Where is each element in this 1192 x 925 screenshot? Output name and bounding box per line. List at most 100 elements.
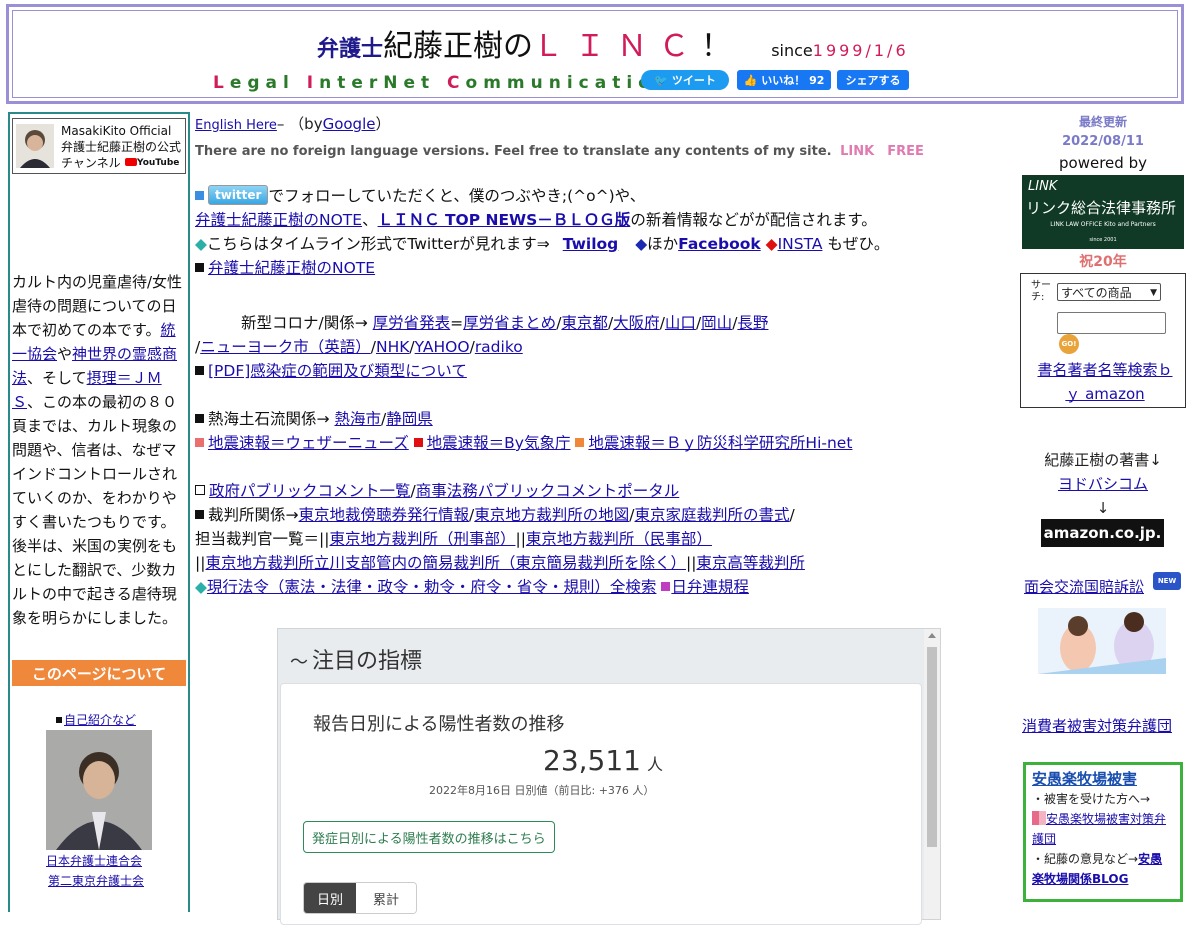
corona-link-radiko[interactable]: radiko bbox=[475, 338, 523, 356]
ajimu-line-1: ・被害を受けた方へ→ bbox=[1032, 792, 1151, 806]
tweet-button[interactable]: 🐦 ツイート bbox=[641, 70, 729, 90]
note-link[interactable]: 弁護士紀藤正樹のNOTE bbox=[195, 211, 362, 229]
nichibenren-rules-link[interactable]: 日弁連規程 bbox=[671, 578, 749, 596]
corona-link-yamaguchi[interactable]: 山口 bbox=[665, 314, 696, 332]
teal-diamond-icon: ◆ bbox=[195, 235, 207, 253]
corona-link-yahoo[interactable]: YAHOO bbox=[415, 338, 470, 356]
tab-daily[interactable]: 日別 bbox=[304, 883, 356, 913]
zehi-text: もぜひ。 bbox=[827, 235, 890, 253]
ajimu-logo-icon bbox=[1032, 811, 1046, 825]
self-intro-link[interactable]: 自己紹介など bbox=[64, 713, 136, 727]
atami-label: 熱海土石流関係→ bbox=[208, 410, 330, 428]
follow-text: でフォローしていただくと、僕のつぶやき;(^o^)や、 bbox=[268, 187, 646, 205]
scroll-up-icon[interactable] bbox=[928, 633, 936, 638]
corona-link-okayama[interactable]: 岡山 bbox=[701, 314, 732, 332]
ajimu-title[interactable]: 安愚楽牧場被害 bbox=[1032, 769, 1174, 789]
onset-button-label: 発症日別による陽性者数の推移はこちら bbox=[312, 831, 546, 847]
link-law-office-logo[interactable]: LINK リンク総合法律事務所 LINK LAW OFFICE Kito and… bbox=[1022, 175, 1184, 249]
link-free-label: LINK FREE bbox=[840, 144, 924, 159]
white-square-icon bbox=[195, 485, 205, 495]
twitter-bird-icon: 🐦 bbox=[654, 73, 668, 87]
since-date: 1999/1/6 bbox=[812, 41, 909, 60]
books-label: 紀藤正樹の著書↓ bbox=[1044, 451, 1162, 469]
title-prefix: 弁護士 bbox=[317, 37, 384, 62]
corona-link-osaka[interactable]: 大阪府 bbox=[613, 314, 660, 332]
high-court-link[interactable]: 東京高等裁判所 bbox=[696, 554, 805, 572]
corona-row-2: /ニューヨーク市（英語）/NHK/YAHOO/radiko bbox=[195, 338, 523, 356]
book-text-1: カルト内の児童虐待/女性虐待の問題についての日本で初めての本です。 bbox=[12, 273, 183, 339]
quake-hinet-link[interactable]: 地震速報＝Ｂｙ防災科学研究所Hi-net bbox=[588, 434, 852, 452]
amazon-logo[interactable]: amazon.co.jp. bbox=[1041, 519, 1164, 547]
shizuoka-link[interactable]: 静岡県 bbox=[386, 410, 433, 428]
self-intro-row: 自己紹介など bbox=[56, 711, 136, 728]
tachikawa-summary-courts-link[interactable]: 東京地方裁判所立川支部管内の簡易裁判所（東京簡易裁判所を除く） bbox=[205, 554, 686, 572]
criminal-judges-link[interactable]: 東京地方裁判所（刑事部） bbox=[329, 530, 515, 548]
widget-header-label: 注目の指標 bbox=[312, 649, 423, 674]
note-link-2[interactable]: 弁護士紀藤正樹のNOTE bbox=[208, 259, 375, 277]
go-label: GO! bbox=[1061, 340, 1077, 348]
corona-link-nagano[interactable]: 長野 bbox=[737, 314, 768, 332]
comma: 、 bbox=[362, 211, 378, 229]
youtube-channel-banner[interactable]: MasakiKito Official 弁護士紀藤正樹の公式チャンネル YouT… bbox=[12, 118, 186, 174]
search-category-select[interactable]: すべての商品 ▼ bbox=[1057, 283, 1161, 301]
tagline-legal: egal bbox=[229, 73, 307, 93]
corona-link-mhlw-summary[interactable]: 厚労省まとめ bbox=[463, 314, 556, 332]
quake-weathernews-link[interactable]: 地震速報＝ウェザーニューズ bbox=[208, 434, 409, 452]
search-input[interactable] bbox=[1057, 312, 1166, 334]
title-main: 紀藤正樹の bbox=[383, 29, 534, 64]
black-square-icon bbox=[195, 414, 204, 423]
public-comment-link[interactable]: 政府パブリックコメント一覧 bbox=[209, 482, 411, 500]
like-button[interactable]: 👍 いいね！ 92 bbox=[737, 70, 831, 90]
title-exclaim: ！ bbox=[701, 29, 732, 64]
twitter-follow-badge[interactable]: twitter bbox=[208, 185, 269, 205]
right-sidebar-top: 最終更新 2022/08/11 powered by bbox=[1020, 112, 1186, 174]
orange-square-icon bbox=[575, 438, 585, 447]
insta-link[interactable]: INSTA bbox=[778, 235, 823, 253]
court-map-link[interactable]: 東京地方裁判所の地図 bbox=[474, 506, 629, 524]
atami-city-link[interactable]: 熱海市 bbox=[334, 410, 381, 428]
public-comment-row: 政府パブリックコメント一覧/商事法務パブリックコメントポータル bbox=[195, 479, 1015, 503]
share-button[interactable]: シェアする bbox=[837, 70, 909, 90]
search-go-button[interactable]: GO! bbox=[1059, 334, 1079, 354]
tweet-label: ツイート bbox=[671, 74, 716, 87]
court-ticket-link[interactable]: 東京地裁傍聴券発行情報 bbox=[299, 506, 470, 524]
ajimu-lawyers-link[interactable]: 安愚楽牧場被害対策弁護団 bbox=[1032, 812, 1166, 846]
corona-link-tokyo[interactable]: 東京都 bbox=[561, 314, 608, 332]
law-search-link[interactable]: 現行法令（憲法・法律・政令・勅令・府令・省令・規則）全検索 bbox=[207, 578, 657, 596]
profile-photo bbox=[46, 730, 152, 850]
twilog-link[interactable]: Twilog bbox=[563, 235, 619, 253]
consumer-damage-link[interactable]: 消費者被害対策弁護団 bbox=[1022, 715, 1172, 736]
civil-judges-link[interactable]: 東京地方裁判所（民事部） bbox=[526, 530, 712, 548]
bullet-icon bbox=[56, 717, 62, 723]
pdf-row: [PDF]感染症の範囲及び類型について bbox=[195, 359, 1015, 383]
widget-scroll-thumb[interactable] bbox=[927, 647, 937, 847]
last-updated-date: 2022/08/11 bbox=[1062, 134, 1144, 149]
corona-link-mhlw-release[interactable]: 厚労省発表 bbox=[373, 314, 451, 332]
daini-tokyo-bar-link[interactable]: 第二東京弁護士会 bbox=[48, 872, 144, 889]
english-link[interactable]: English Here bbox=[195, 118, 277, 133]
nichibenren-link[interactable]: 日本弁護士連合会 bbox=[46, 852, 142, 869]
timeline-text: こちらはタイムライン形式でTwitterが見れます⇒ bbox=[206, 235, 550, 253]
corona-link-nhk[interactable]: NHK bbox=[376, 338, 409, 356]
top-news-link[interactable]: ＬＩＮＣ TOP NEWS－ＢＬＯＧ版 bbox=[378, 211, 631, 229]
kokusai-lawsuit-link[interactable]: 面会交流国賠訴訟 bbox=[1024, 578, 1144, 596]
search-select-value: すべての商品 bbox=[1061, 286, 1132, 300]
family-court-forms-link[interactable]: 東京家庭裁判所の書式 bbox=[635, 506, 790, 524]
red-square-icon bbox=[413, 438, 423, 447]
google-translate-link[interactable]: Google bbox=[323, 115, 376, 133]
shoji-homu-link[interactable]: 商事法務パブリックコメントポータル bbox=[416, 482, 680, 500]
indicator-value-row: 23,511 人 bbox=[543, 744, 663, 777]
about-page-button[interactable]: このページについて bbox=[12, 660, 186, 686]
twitter-row: twitter でフォローしていただくと、僕のつぶやき;(^o^)や、 bbox=[195, 184, 1015, 208]
tab-total[interactable]: 累計 bbox=[356, 883, 416, 913]
onset-date-button[interactable]: 発症日別による陽性者数の推移はこちら bbox=[303, 821, 555, 853]
atami-row: 熱海土石流関係→ 熱海市/静岡県 bbox=[195, 407, 1015, 431]
widget-scrollbar[interactable] bbox=[924, 629, 940, 919]
quake-jma-link[interactable]: 地震速報＝By気象庁 bbox=[427, 434, 571, 452]
corona-link-newyork[interactable]: ニューヨーク市（英語） bbox=[200, 338, 371, 356]
yodobashi-link[interactable]: ヨドバシコム bbox=[1058, 475, 1148, 493]
amazon-search-link[interactable]: 書名著者名等検索ｂｙ amazon bbox=[1035, 358, 1175, 406]
facebook-link[interactable]: Facebook bbox=[678, 235, 761, 253]
kokusai-banner-image[interactable] bbox=[1038, 598, 1166, 674]
pdf-infection-link[interactable]: [PDF]感染症の範囲及び類型について bbox=[208, 362, 467, 380]
